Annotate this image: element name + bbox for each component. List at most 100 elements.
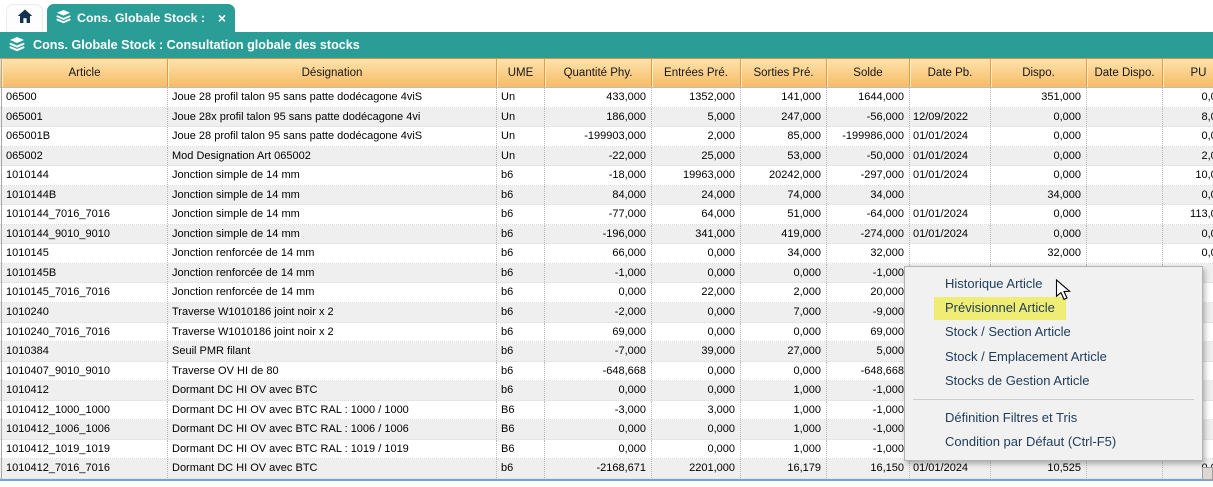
cell-sorties[interactable]: 1,000 (741, 440, 827, 459)
scrollbar-corner[interactable] (1202, 467, 1213, 480)
cell-entrees[interactable]: 22,000 (652, 283, 741, 302)
cell-qty[interactable]: -199903,000 (545, 127, 652, 146)
cell-ume[interactable]: Un (497, 108, 545, 127)
cell-entrees[interactable]: 0,000 (652, 381, 741, 400)
cell-pu[interactable]: 0,000 (1163, 88, 1213, 107)
column-header-article[interactable]: Article (2, 59, 168, 87)
cell-entrees[interactable]: 0,000 (652, 303, 741, 322)
cell-qty[interactable]: -196,000 (545, 225, 652, 244)
cell-designation[interactable]: Joue 28 profil talon 95 sans patte dodéc… (168, 127, 497, 146)
table-row-1010144_7016_7016[interactable]: 1010144_7016_7016Jonction simple de 14 m… (0, 205, 1213, 225)
cell-article[interactable]: 065002 (2, 147, 168, 166)
cell-article[interactable]: 1010412_1000_1000 (2, 401, 168, 420)
cell-date_pb[interactable]: 01/01/2024 (910, 147, 991, 166)
cell-ume[interactable]: b6 (497, 244, 545, 263)
cell-entrees[interactable]: 19963,000 (652, 166, 741, 185)
cell-designation[interactable]: Traverse OV HI de 80 (168, 362, 497, 381)
cell-solde[interactable]: 16,150 (827, 459, 910, 478)
cell-ume[interactable]: b6 (497, 362, 545, 381)
column-header-designation[interactable]: Désignation (168, 59, 497, 87)
cell-designation[interactable]: Jonction simple de 14 mm (168, 205, 497, 224)
cell-entrees[interactable]: 25,000 (652, 147, 741, 166)
cell-article[interactable]: 1010240 (2, 303, 168, 322)
cell-solde[interactable]: 69,000 (827, 323, 910, 342)
cell-sorties[interactable]: 85,000 (741, 127, 827, 146)
cell-entrees[interactable]: 39,000 (652, 342, 741, 361)
cell-qty[interactable]: -2,000 (545, 303, 652, 322)
cell-designation[interactable]: Jonction simple de 14 mm (168, 166, 497, 185)
cell-designation[interactable]: Seuil PMR filant (168, 342, 497, 361)
cell-designation[interactable]: Joue 28x profil talon 95 sans patte dodé… (168, 108, 497, 127)
cell-solde[interactable]: -297,000 (827, 166, 910, 185)
cell-qty[interactable]: 0,000 (545, 381, 652, 400)
cell-article[interactable]: 1010407_9010_9010 (2, 362, 168, 381)
cell-dispo[interactable]: 0,000 (991, 205, 1087, 224)
cell-pu[interactable]: 8,000 (1163, 108, 1213, 127)
cell-entrees[interactable]: 0,000 (652, 244, 741, 263)
cell-qty[interactable]: -2168,671 (545, 459, 652, 478)
cell-solde[interactable]: -1,000 (827, 381, 910, 400)
table-row-06500[interactable]: 06500Joue 28 profil talon 95 sans patte … (0, 88, 1213, 108)
cell-article[interactable]: 1010384 (2, 342, 168, 361)
cell-ume[interactable]: b6 (497, 459, 545, 478)
table-row-1010412_7016_7016[interactable]: 1010412_7016_7016Dormant DC HI OV avec B… (0, 459, 1213, 479)
cell-solde[interactable]: -56,000 (827, 108, 910, 127)
cell-designation[interactable]: Mod Designation Art 065002 (168, 147, 497, 166)
menu-item-previsionnel-article[interactable]: Prévisionnel Article (905, 296, 1202, 320)
menu-item-stocks-de-gestion-article[interactable]: Stocks de Gestion Article (905, 369, 1202, 393)
cell-sorties[interactable]: 51,000 (741, 205, 827, 224)
cell-entrees[interactable]: 5,000 (652, 108, 741, 127)
cell-dispo[interactable]: 0,000 (991, 108, 1087, 127)
cell-article[interactable]: 065001B (2, 127, 168, 146)
cell-ume[interactable]: b6 (497, 205, 545, 224)
cell-solde[interactable]: -199986,000 (827, 127, 910, 146)
cell-pu[interactable]: 113,000 (1163, 205, 1213, 224)
column-header-date_pb[interactable]: Date Pb. (910, 59, 991, 87)
cell-entrees[interactable]: 3,000 (652, 401, 741, 420)
cell-article[interactable]: 1010145 (2, 244, 168, 263)
cell-qty[interactable]: 186,000 (545, 108, 652, 127)
cell-ume[interactable]: b6 (497, 166, 545, 185)
cell-pu[interactable]: 10,000 (1163, 166, 1213, 185)
cell-ume[interactable]: Un (497, 147, 545, 166)
column-header-dispo[interactable]: Dispo. (991, 59, 1087, 87)
cell-sorties[interactable]: 1,000 (741, 381, 827, 400)
cell-sorties[interactable]: 419,000 (741, 225, 827, 244)
cell-solde[interactable]: -1,000 (827, 401, 910, 420)
cell-pu[interactable]: 0,000 (1163, 225, 1213, 244)
cell-designation[interactable]: Joue 28 profil talon 95 sans patte dodéc… (168, 88, 497, 107)
cell-article[interactable]: 1010412_7016_7016 (2, 459, 168, 478)
cell-entrees[interactable]: 0,000 (652, 420, 741, 439)
cell-ume[interactable]: B6 (497, 401, 545, 420)
cell-ume[interactable]: Un (497, 127, 545, 146)
cell-designation[interactable]: Jonction simple de 14 mm (168, 186, 497, 205)
cell-date_pb[interactable] (910, 88, 991, 107)
cell-sorties[interactable]: 7,000 (741, 303, 827, 322)
cell-pu[interactable]: 2,000 (1163, 147, 1213, 166)
cell-ume[interactable]: b6 (497, 323, 545, 342)
cell-pu[interactable]: 0,000 (1163, 186, 1213, 205)
cell-date_dispo[interactable] (1087, 88, 1163, 107)
cell-article[interactable]: 1010144 (2, 166, 168, 185)
cell-date_dispo[interactable] (1087, 225, 1163, 244)
cell-entrees[interactable]: 24,000 (652, 186, 741, 205)
cell-entrees[interactable]: 341,000 (652, 225, 741, 244)
cell-article[interactable]: 1010412 (2, 381, 168, 400)
menu-item-historique-article[interactable]: Historique Article (905, 272, 1202, 296)
cell-ume[interactable]: B6 (497, 440, 545, 459)
cell-ume[interactable]: Un (497, 88, 545, 107)
cell-designation[interactable]: Dormant DC HI OV avec BTC (168, 381, 497, 400)
column-header-sorties[interactable]: Sorties Pré. (741, 59, 827, 87)
cell-sorties[interactable]: 16,179 (741, 459, 827, 478)
column-header-ume[interactable]: UME (497, 59, 545, 87)
cell-entrees[interactable]: 2,000 (652, 127, 741, 146)
cell-qty[interactable]: 0,000 (545, 283, 652, 302)
cell-sorties[interactable]: 53,000 (741, 147, 827, 166)
cell-date_pb[interactable]: 12/09/2022 (910, 108, 991, 127)
cell-designation[interactable]: Traverse W1010186 joint noir x 2 (168, 323, 497, 342)
cell-sorties[interactable]: 247,000 (741, 108, 827, 127)
menu-item-definition-filtres-et-tris[interactable]: Définition Filtres et Tris (905, 406, 1202, 430)
cell-qty[interactable]: 69,000 (545, 323, 652, 342)
cell-article[interactable]: 065001 (2, 108, 168, 127)
cell-qty[interactable]: 0,000 (545, 420, 652, 439)
